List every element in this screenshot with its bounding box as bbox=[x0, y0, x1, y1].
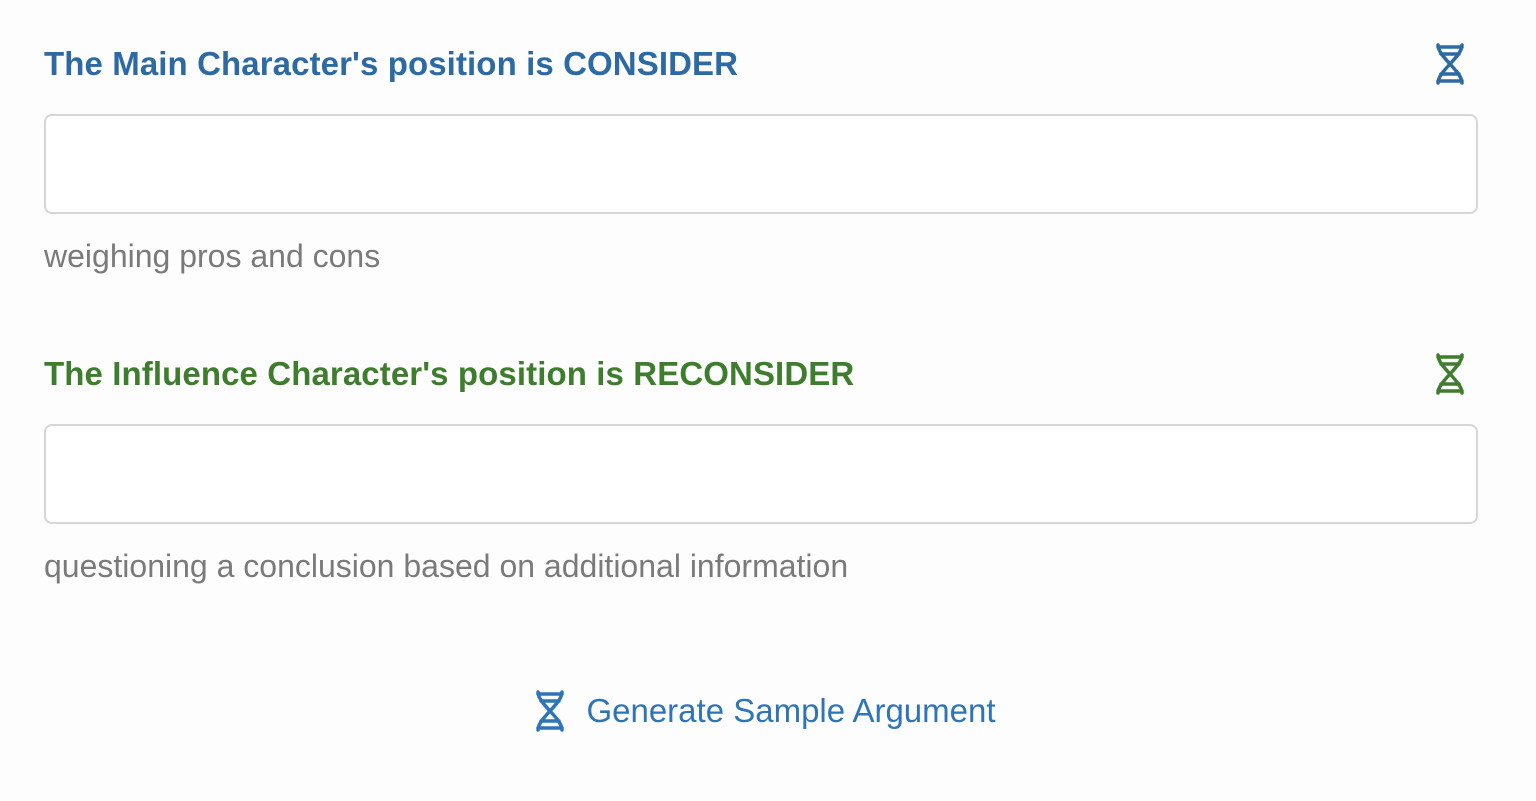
dna-icon bbox=[1436, 353, 1464, 395]
influence-character-argument-input[interactable] bbox=[44, 424, 1478, 524]
main-character-hint: weighing pros and cons bbox=[44, 238, 381, 274]
argument-form: The Main Character's position is CONSIDE… bbox=[0, 0, 1536, 801]
influence-character-section: The Influence Character's position is RE… bbox=[44, 350, 1478, 585]
generate-sample-argument-label: Generate Sample Argument bbox=[586, 692, 996, 729]
generate-sample-argument-row: Generate Sample Argument bbox=[0, 690, 1536, 732]
influence-character-title: The Influence Character's position is RE… bbox=[44, 355, 855, 392]
influence-generate-button[interactable] bbox=[1432, 352, 1468, 396]
dna-icon bbox=[536, 690, 565, 732]
main-generate-button[interactable] bbox=[1432, 42, 1468, 86]
main-character-title: The Main Character's position is CONSIDE… bbox=[44, 45, 739, 82]
influence-character-hint: questioning a conclusion based on additi… bbox=[44, 548, 849, 584]
influence-character-header: The Influence Character's position is RE… bbox=[44, 350, 1478, 398]
main-character-section: The Main Character's position is CONSIDE… bbox=[44, 40, 1478, 275]
main-character-argument-input[interactable] bbox=[44, 114, 1478, 214]
main-character-header: The Main Character's position is CONSIDE… bbox=[44, 40, 1478, 88]
dna-icon bbox=[1436, 43, 1464, 85]
generate-sample-argument-button[interactable]: Generate Sample Argument bbox=[534, 690, 996, 732]
